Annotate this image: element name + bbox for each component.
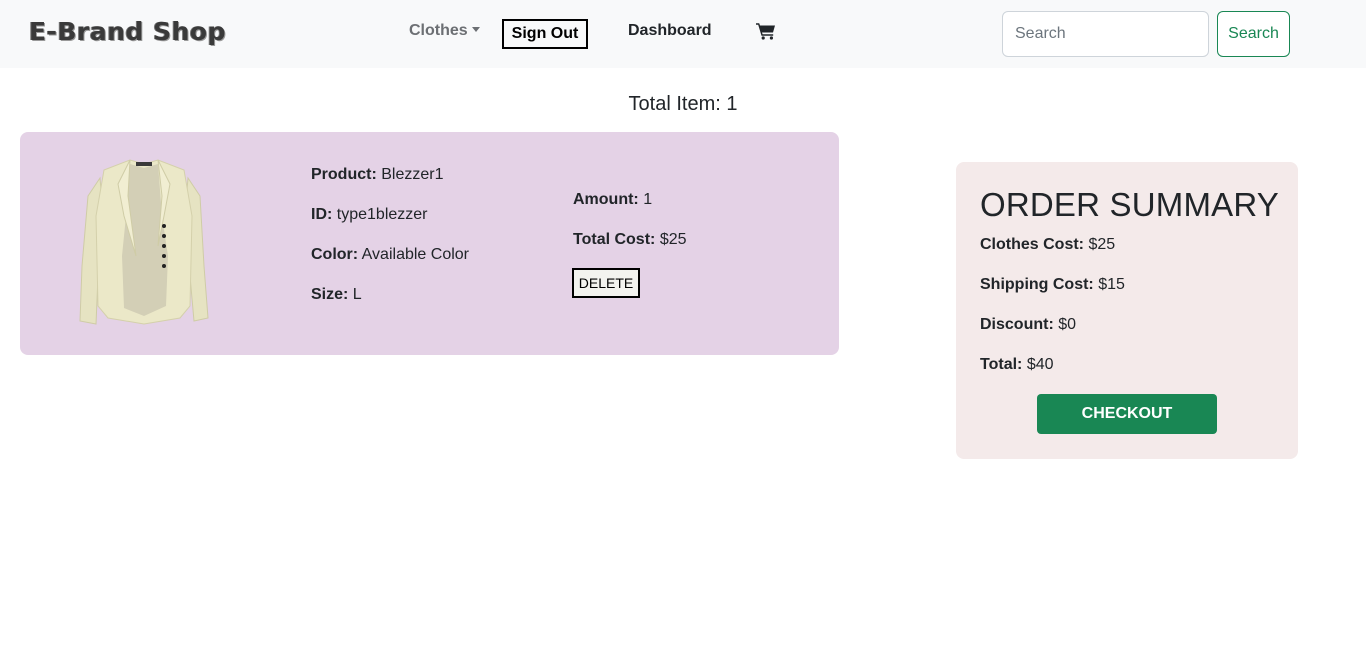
product-total-cost: Total Cost: $25: [573, 231, 687, 249]
discount-label: Discount:: [980, 316, 1054, 333]
color-label: Color:: [311, 246, 359, 263]
size-label: Size:: [311, 286, 349, 303]
product-color: Color: Available Color: [311, 246, 469, 264]
shipping-cost-value: $15: [1098, 276, 1125, 293]
total-cost-label: Total Cost:: [573, 231, 656, 248]
amount-label: Amount:: [573, 191, 639, 208]
product-size: Size: L: [311, 286, 362, 304]
clothes-cost-value: $25: [1088, 236, 1116, 253]
delete-button[interactable]: DELETE: [572, 268, 640, 298]
total-line: Total: $40: [980, 356, 1054, 374]
clothes-cost-line: Clothes Cost: $25: [980, 236, 1115, 254]
shipping-cost-line: Shipping Cost: $15: [980, 276, 1125, 294]
clothes-cost-label: Clothes Cost:: [980, 236, 1084, 253]
product-amount: Amount: 1: [573, 191, 652, 209]
brand-logo[interactable]: E-Brand Shop: [29, 17, 226, 46]
blazer-product-image: [79, 159, 209, 325]
product-name: Product: Blezzer1: [311, 166, 443, 184]
color-value: Available Color: [361, 246, 469, 263]
product-label: Product:: [311, 166, 377, 183]
total-item-count: Total Item: 1: [628, 93, 738, 115]
caret-down-icon: [471, 27, 480, 32]
cart-item-card: Product: Blezzer1 ID: type1blezzer Color…: [20, 132, 839, 355]
navbar: E-Brand Shop Clothes Sign Out Dashboard …: [0, 0, 1366, 68]
dashboard-link[interactable]: Dashboard: [628, 22, 712, 40]
product-value: Blezzer1: [381, 166, 444, 183]
cart-icon[interactable]: [756, 22, 776, 40]
checkout-button[interactable]: CHECKOUT: [1037, 394, 1217, 434]
order-summary-title: ORDER SUMMARY: [980, 186, 1280, 223]
clothes-dropdown-label: Clothes: [409, 22, 468, 39]
order-summary-panel: ORDER SUMMARY Clothes Cost: $25 Shipping…: [956, 162, 1298, 459]
search-input[interactable]: [1002, 11, 1209, 57]
product-id: ID: type1blezzer: [311, 206, 428, 224]
total-cost-value: $25: [659, 231, 687, 248]
total-value: $40: [1026, 356, 1054, 373]
search-button[interactable]: Search: [1217, 11, 1290, 57]
total-label: Total:: [980, 356, 1023, 373]
discount-value: $0: [1058, 316, 1077, 333]
id-label: ID:: [311, 206, 333, 223]
id-value: type1blezzer: [336, 206, 428, 223]
shipping-cost-label: Shipping Cost:: [980, 276, 1094, 293]
size-value: L: [352, 286, 362, 303]
discount-line: Discount: $0: [980, 316, 1076, 334]
clothes-dropdown[interactable]: Clothes: [409, 22, 480, 40]
sign-out-button[interactable]: Sign Out: [502, 19, 588, 49]
amount-value: 1: [643, 191, 653, 208]
